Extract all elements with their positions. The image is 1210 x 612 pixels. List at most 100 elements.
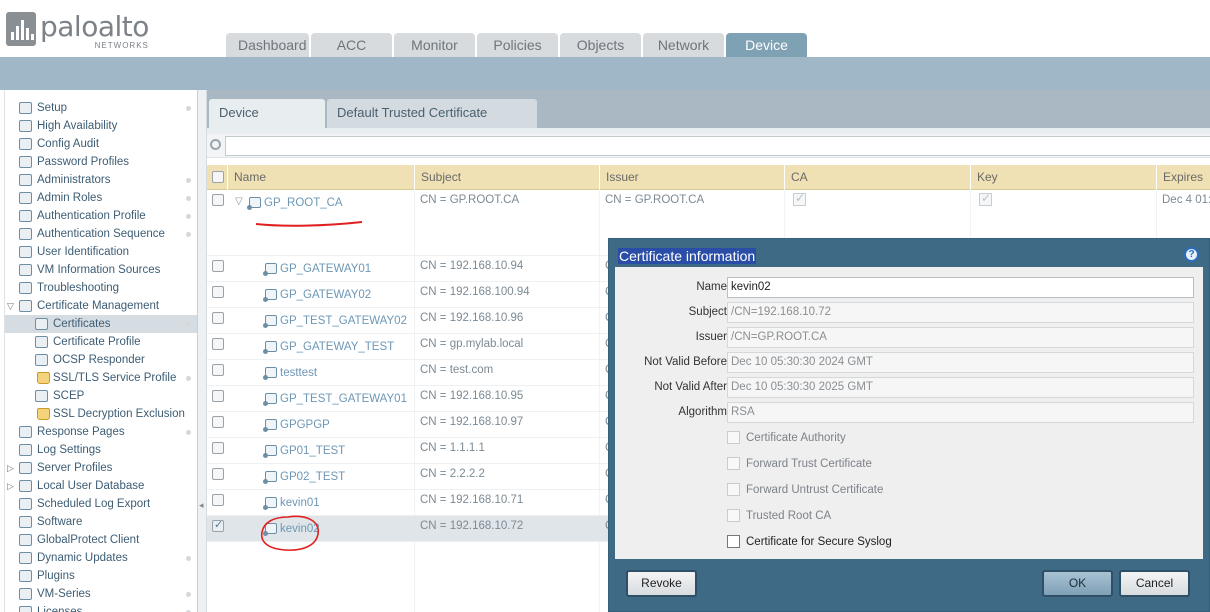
status-dot-icon bbox=[186, 178, 191, 183]
sidebar-item-password-profiles[interactable]: Password Profiles bbox=[5, 153, 197, 171]
field-not-valid-after: Not Valid After Dec 10 05:30:30 2025 GMT bbox=[615, 377, 1203, 399]
sidebar-item-globalprotect-client[interactable]: GlobalProtect Client bbox=[5, 531, 197, 549]
column-ca[interactable]: CA bbox=[784, 165, 970, 190]
row-checkbox[interactable] bbox=[212, 494, 224, 506]
certificate-icon bbox=[263, 523, 277, 536]
sidebar-item-label: Licenses bbox=[37, 606, 83, 612]
certificate-icon bbox=[263, 315, 277, 328]
cert-subject: CN = GP.ROOT.CA bbox=[420, 194, 520, 206]
status-dot-icon bbox=[186, 556, 191, 561]
sidebar-item-server-profiles[interactable]: ▷ Server Profiles bbox=[5, 459, 197, 477]
row-checkbox[interactable] bbox=[212, 364, 224, 376]
status-dot-icon bbox=[186, 196, 191, 201]
sidebar-item-admin-roles[interactable]: Admin Roles bbox=[5, 189, 197, 207]
row-checkbox[interactable] bbox=[212, 518, 224, 532]
row-checkbox[interactable] bbox=[212, 442, 224, 454]
cancel-button[interactable]: Cancel bbox=[1119, 570, 1190, 597]
sidebar-item-scep[interactable]: SCEP bbox=[5, 387, 197, 405]
globe-icon bbox=[19, 534, 32, 546]
sidebar-item-administrators[interactable]: Administrators bbox=[5, 171, 197, 189]
sidebar-item-troubleshooting[interactable]: Troubleshooting bbox=[5, 279, 197, 297]
sidebar-item-label: VM Information Sources bbox=[37, 264, 161, 276]
checkbox-secure-syslog[interactable]: Certificate for Secure Syslog bbox=[727, 534, 1127, 552]
tab-policies[interactable]: Policies bbox=[477, 33, 558, 57]
sidebar-splitter[interactable]: ◂ bbox=[198, 90, 207, 612]
wrench-icon bbox=[19, 282, 32, 294]
sidebar-item-high-availability[interactable]: High Availability bbox=[5, 117, 197, 135]
sidebar-item-label: User Identification bbox=[37, 246, 130, 258]
select-all-checkbox[interactable] bbox=[212, 171, 224, 183]
expand-arrow-icon[interactable]: ▷ bbox=[7, 477, 14, 495]
sidebar-item-label: Server Profiles bbox=[37, 462, 113, 474]
tab-device[interactable]: Device bbox=[726, 33, 807, 57]
sidebar-item-vm-series[interactable]: VM-Series bbox=[5, 585, 197, 603]
subtab-device-certificates[interactable]: Device Certificates bbox=[209, 99, 325, 148]
ok-button[interactable]: OK bbox=[1042, 570, 1113, 597]
row-checkbox[interactable] bbox=[212, 312, 224, 324]
paloalto-logo: paloalto NETWORKS bbox=[6, 12, 149, 50]
main-tabs: Dashboard ACC Monitor Policies Objects N… bbox=[226, 33, 807, 57]
ocsp-icon bbox=[35, 354, 48, 366]
row-checkbox[interactable] bbox=[212, 194, 224, 206]
sidebar-item-vm-information-sources[interactable]: VM Information Sources bbox=[5, 261, 197, 279]
checkbox bbox=[727, 483, 740, 496]
row-checkbox[interactable] bbox=[212, 416, 224, 428]
tab-network[interactable]: Network bbox=[643, 33, 724, 57]
sidebar-item-licenses[interactable]: Licenses bbox=[5, 603, 197, 612]
sidebar-item-user-identification[interactable]: User Identification bbox=[5, 243, 197, 261]
sidebar-item-software[interactable]: Software bbox=[5, 513, 197, 531]
column-issuer[interactable]: Issuer bbox=[599, 165, 785, 190]
sidebar: Setup High Availability Config Audit Passwo… bbox=[4, 90, 198, 612]
column-expires[interactable]: Expires bbox=[1156, 165, 1210, 190]
tab-dashboard[interactable]: Dashboard bbox=[226, 33, 309, 57]
field-label: Issuer bbox=[695, 331, 727, 343]
cert-subject: CN = 192.168.10.72 bbox=[420, 520, 524, 532]
certificate-icon bbox=[263, 341, 277, 354]
row-checkbox[interactable] bbox=[212, 468, 224, 480]
tab-acc[interactable]: ACC bbox=[311, 33, 392, 57]
field-issuer: Issuer /CN=GP.ROOT.CA bbox=[615, 327, 1203, 349]
sidebar-item-local-user-database[interactable]: ▷ Local User Database bbox=[5, 477, 197, 495]
sidebar-item-ssl-decryption-exclusion[interactable]: SSL Decryption Exclusion bbox=[5, 405, 197, 423]
expand-arrow-icon[interactable]: ▷ bbox=[7, 459, 14, 477]
sidebar-item-label: High Availability bbox=[37, 120, 118, 132]
row-checkbox[interactable] bbox=[212, 286, 224, 298]
name-input[interactable]: kevin02 bbox=[727, 277, 1194, 298]
sidebar-item-dynamic-updates[interactable]: Dynamic Updates bbox=[5, 549, 197, 567]
vm-series-icon bbox=[19, 588, 32, 600]
help-icon[interactable]: ? bbox=[1184, 247, 1199, 262]
revoke-button[interactable]: Revoke bbox=[626, 570, 697, 597]
row-checkbox[interactable] bbox=[212, 260, 224, 272]
collapse-arrow-icon[interactable]: ◂ bbox=[199, 500, 204, 511]
sidebar-item-ocsp-responder[interactable]: OCSP Responder bbox=[5, 351, 197, 369]
subtab-default-trusted-cas[interactable]: Default Trusted Certificate Authorities bbox=[327, 99, 537, 148]
column-name[interactable]: Name bbox=[227, 165, 415, 190]
sidebar-item-log-settings[interactable]: Log Settings bbox=[5, 441, 197, 459]
checkbox[interactable] bbox=[727, 535, 740, 548]
sidebar-item-certificate-profile[interactable]: Certificate Profile bbox=[5, 333, 197, 351]
sidebar-item-ssl-tls-service-profile[interactable]: SSL/TLS Service Profile bbox=[5, 369, 197, 387]
cert-name: GP_ROOT_CA bbox=[264, 197, 343, 209]
sidebar-item-response-pages[interactable]: Response Pages bbox=[5, 423, 197, 441]
sidebar-item-plugins[interactable]: Plugins bbox=[5, 567, 197, 585]
status-dot-icon bbox=[186, 322, 191, 327]
sidebar-item-authentication-profile[interactable]: Authentication Profile bbox=[5, 207, 197, 225]
sidebar-item-authentication-sequence[interactable]: Authentication Sequence bbox=[5, 225, 197, 243]
sidebar-item-scheduled-log-export[interactable]: Scheduled Log Export bbox=[5, 495, 197, 513]
tab-objects[interactable]: Objects bbox=[560, 33, 641, 57]
expand-tree-icon[interactable]: ▽ bbox=[235, 192, 243, 212]
sidebar-item-certificate-management[interactable]: ▽ Certificate Management bbox=[5, 297, 197, 315]
sidebar-item-label: SSL Decryption Exclusion bbox=[53, 408, 185, 420]
filter-input[interactable] bbox=[225, 136, 1210, 156]
checkbox-forward-trust: Forward Trust Certificate bbox=[727, 456, 1127, 474]
sidebar-item-certificates[interactable]: Certificates bbox=[5, 315, 197, 333]
column-subject[interactable]: Subject bbox=[414, 165, 600, 190]
tab-monitor[interactable]: Monitor bbox=[394, 33, 475, 57]
column-key[interactable]: Key bbox=[970, 165, 1156, 190]
sidebar-item-config-audit[interactable]: Config Audit bbox=[5, 135, 197, 153]
row-checkbox[interactable] bbox=[212, 338, 224, 350]
expand-arrow-icon[interactable]: ▽ bbox=[7, 297, 14, 315]
row-checkbox[interactable] bbox=[212, 390, 224, 402]
sidebar-item-setup[interactable]: Setup bbox=[5, 99, 197, 117]
cert-subject: CN = gp.mylab.local bbox=[420, 338, 524, 350]
